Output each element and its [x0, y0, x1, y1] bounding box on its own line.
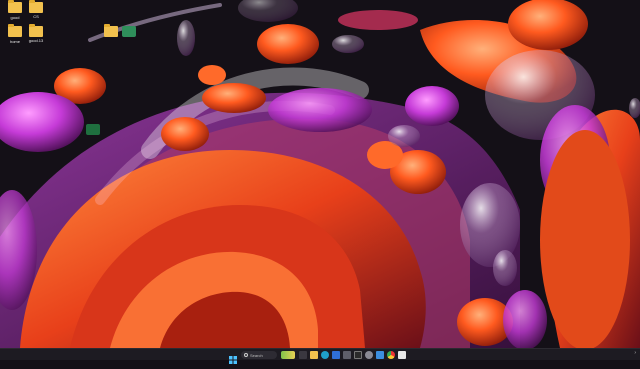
app-icon	[122, 26, 136, 37]
desktop-icon-label: good	[10, 15, 20, 20]
desktop: good CS home good.13	[0, 0, 640, 348]
taskbar-search-box[interactable]: Search	[241, 351, 277, 359]
folder-icon	[29, 0, 43, 13]
search-icon	[244, 353, 248, 357]
store-icon[interactable]	[343, 351, 351, 359]
desktop-icon-folder-home[interactable]: home	[4, 28, 26, 44]
task-view-icon[interactable]	[299, 351, 307, 359]
desktop-icon-app-1[interactable]	[118, 26, 140, 38]
notification-chevron-icon[interactable]: ›	[634, 350, 636, 358]
folder-icon	[104, 24, 118, 37]
chrome-icon[interactable]	[387, 351, 395, 359]
notes-icon[interactable]	[398, 351, 406, 359]
desktop-icon-folder-good13[interactable]: good.13	[25, 24, 47, 43]
mail-icon[interactable]	[332, 351, 340, 359]
terminal-icon[interactable]	[354, 351, 362, 359]
windows-start-icon[interactable]	[229, 351, 237, 364]
photos-icon[interactable]	[376, 351, 384, 359]
search-placeholder: Search	[250, 352, 263, 358]
desktop-icon-folder-cs[interactable]: CS	[25, 0, 47, 19]
edge-browser-icon[interactable]	[321, 351, 329, 359]
taskbar: Search ›	[0, 348, 640, 364]
folder-icon	[29, 24, 43, 37]
file-explorer-icon[interactable]	[310, 351, 318, 359]
desktop-icon-label: home	[9, 39, 20, 44]
wallpaper-abstract-bloom	[0, 0, 640, 348]
desktop-icon-folder-good[interactable]: good	[4, 4, 26, 20]
settings-icon[interactable]	[365, 351, 373, 359]
desktop-icon-label: CS	[33, 14, 39, 19]
desktop-icon-label: good.13	[28, 38, 44, 43]
app-icon	[86, 124, 100, 135]
weather-widget-icon[interactable]	[281, 351, 295, 359]
desktop-icon-app-2[interactable]	[82, 124, 104, 136]
